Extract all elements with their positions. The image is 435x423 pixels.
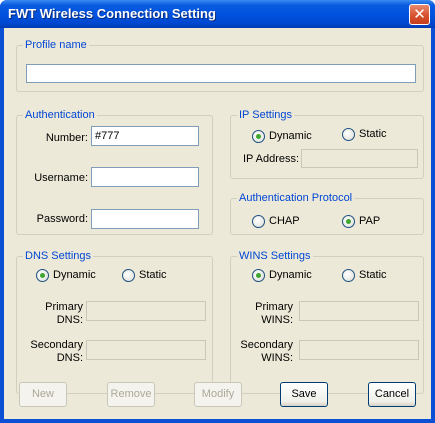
radio-unselected-icon [342, 269, 355, 282]
secondary-wins-label-line1: Secondary [240, 339, 293, 351]
secondary-dns-input[interactable] [86, 340, 206, 360]
auth-protocol-legend: Authentication Protocol [237, 191, 355, 205]
remove-button[interactable]: Remove [107, 382, 155, 407]
profile-name-legend: Profile name [23, 38, 89, 52]
auth-protocol-group: Authentication Protocol CHAP PAP [230, 191, 424, 235]
secondary-wins-input[interactable] [299, 340, 419, 360]
modify-button[interactable]: Modify [194, 382, 242, 407]
close-button[interactable]: ✕ [409, 4, 430, 25]
ip-settings-group: IP Settings Dynamic Static IP Address: [230, 108, 424, 179]
primary-wins-input[interactable] [299, 301, 419, 321]
ip-static-label: Static [359, 128, 387, 140]
title-bar[interactable]: FWT Wireless Connection Setting ✕ [0, 0, 435, 28]
dns-static-label: Static [139, 269, 167, 281]
radio-selected-icon [252, 130, 265, 143]
save-button[interactable]: Save [280, 382, 328, 407]
wins-static-label: Static [359, 269, 387, 281]
secondary-wins-label: Secondary WINS: [233, 339, 293, 365]
authentication-group: Authentication Number: #777 Username: Pa… [16, 108, 213, 235]
wins-settings-group: WINS Settings Dynamic Static Primary WINS… [230, 249, 424, 394]
ip-address-label: IP Address: [243, 153, 300, 165]
number-label: Number: [45, 132, 88, 144]
primary-dns-label-line2: DNS: [56, 314, 83, 326]
profile-name-group: Profile name [16, 38, 424, 92]
radio-selected-icon [342, 215, 355, 228]
authentication-legend: Authentication [23, 108, 97, 122]
close-icon: ✕ [413, 5, 426, 23]
new-button[interactable]: New [19, 382, 67, 407]
primary-wins-label-line2: WINS: [261, 314, 293, 326]
profile-name-input[interactable] [26, 64, 416, 83]
radio-unselected-icon [342, 128, 355, 141]
secondary-dns-label-line1: Secondary [30, 339, 83, 351]
primary-wins-label-line1: Primary [255, 301, 293, 313]
primary-wins-label: Primary WINS: [233, 301, 293, 327]
password-input[interactable] [91, 209, 199, 229]
secondary-dns-label: Secondary DNS: [21, 339, 83, 365]
pap-label: PAP [359, 215, 381, 227]
dns-dynamic-label: Dynamic [53, 269, 96, 281]
wins-dynamic-label: Dynamic [269, 269, 312, 281]
secondary-dns-label-line2: DNS: [56, 352, 83, 364]
cancel-button[interactable]: Cancel [368, 382, 416, 407]
radio-unselected-icon [252, 215, 265, 228]
radio-unselected-icon [122, 269, 135, 282]
username-input[interactable] [91, 167, 199, 187]
primary-dns-label: Primary DNS: [21, 301, 83, 327]
dialog-window: FWT Wireless Connection Setting ✕ Profil… [0, 0, 435, 423]
password-label: Password: [36, 213, 88, 225]
radio-selected-icon [36, 269, 49, 282]
primary-dns-label-line1: Primary [45, 301, 83, 313]
ip-address-input[interactable] [301, 149, 418, 168]
dns-settings-legend: DNS Settings [23, 249, 94, 263]
username-label: Username: [34, 172, 88, 184]
ip-dynamic-label: Dynamic [269, 130, 312, 142]
window-title: FWT Wireless Connection Setting [8, 6, 216, 21]
dialog-body: Profile name Authentication Number: #777… [4, 28, 431, 419]
dns-settings-group: DNS Settings Dynamic Static Primary DNS: … [16, 249, 213, 394]
chap-label: CHAP [269, 215, 300, 227]
primary-dns-input[interactable] [86, 301, 206, 321]
wins-settings-legend: WINS Settings [237, 249, 313, 263]
radio-selected-icon [252, 269, 265, 282]
ip-settings-legend: IP Settings [237, 108, 294, 122]
number-input[interactable]: #777 [91, 126, 199, 146]
secondary-wins-label-line2: WINS: [261, 352, 293, 364]
